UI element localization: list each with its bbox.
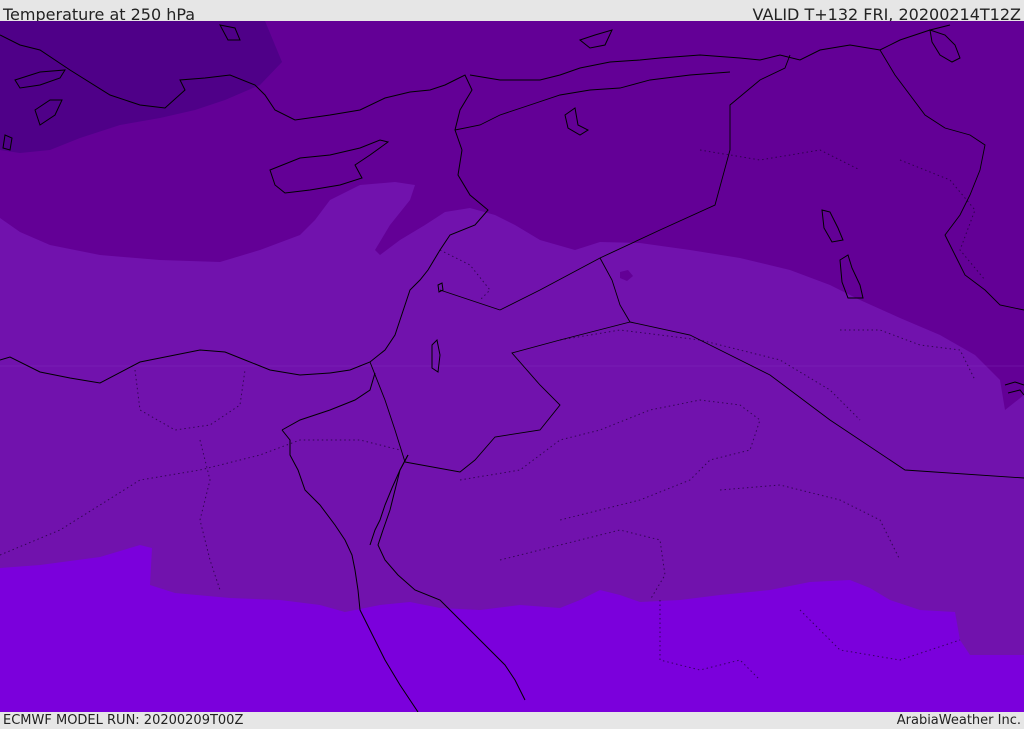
map-header: Temperature at 250 hPa VALID T+132 FRI, … (0, 0, 1024, 21)
valid-time: VALID T+132 FRI, 20200214T12Z (752, 5, 1021, 21)
map-footer: ECMWF MODEL RUN: 20200209T00Z ArabiaWeat… (0, 712, 1024, 729)
model-run: ECMWF MODEL RUN: 20200209T00Z (3, 713, 244, 728)
credit: ArabiaWeather Inc. (896, 713, 1021, 728)
map-title: Temperature at 250 hPa (3, 5, 196, 21)
temperature-map[interactable] (0, 21, 1024, 712)
